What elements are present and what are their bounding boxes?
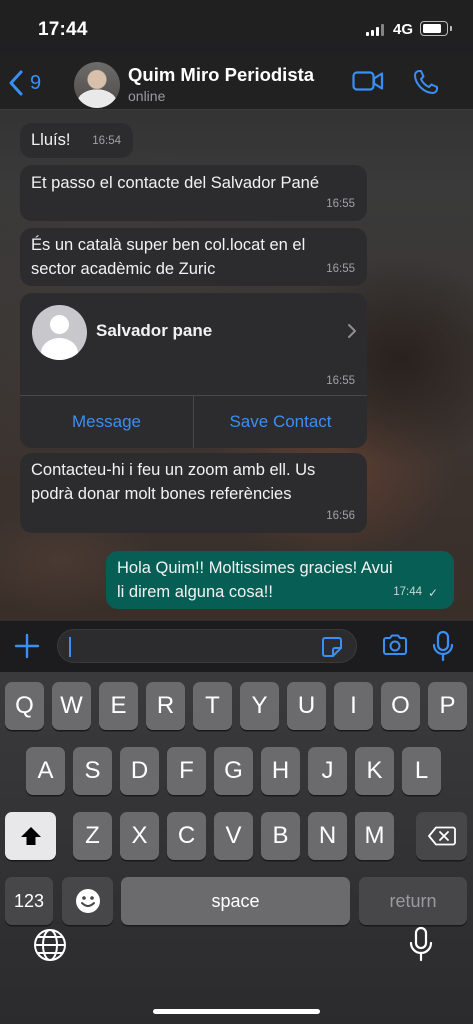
plus-icon [14, 633, 40, 659]
key-c[interactable]: C [167, 812, 206, 860]
sent-check-icon: ✓ [427, 586, 438, 600]
battery-icon [420, 21, 452, 36]
key-h[interactable]: H [261, 747, 300, 795]
key-q[interactable]: Q [5, 682, 44, 730]
message-bubble[interactable]: Contacteu-hi i feu un zoom amb ell. Us p… [20, 453, 367, 533]
message-time: 16:56 [326, 510, 355, 522]
message-text-line: Contacteu-hi i feu un zoom amb ell. Us [31, 461, 316, 479]
sticker-icon [322, 637, 342, 657]
message-time: 16:55 [326, 263, 355, 275]
voice-message-button[interactable] [431, 630, 455, 667]
phone-icon [414, 70, 438, 94]
cellular-signal-icon [366, 24, 384, 36]
key-w[interactable]: W [52, 682, 91, 730]
message-text: Et passo el contacte del Salvador Pané [31, 174, 320, 192]
key-i[interactable]: I [334, 682, 373, 730]
voice-call-button[interactable] [412, 68, 440, 101]
key-m[interactable]: M [355, 812, 394, 860]
dictation-microphone-icon[interactable] [408, 926, 434, 967]
message-input-bar [0, 620, 473, 672]
message-bubble[interactable]: És un català super ben col.locat en el s… [20, 228, 367, 286]
numbers-key[interactable]: 123 [5, 877, 53, 925]
camera-button[interactable] [381, 633, 409, 662]
key-d[interactable]: D [120, 747, 159, 795]
key-x[interactable]: X [120, 812, 159, 860]
message-time: 16:55 [326, 375, 355, 387]
message-text-line: És un català super ben col.locat en el [31, 236, 306, 254]
key-t[interactable]: T [193, 682, 232, 730]
text-caret [69, 637, 71, 657]
key-j[interactable]: J [308, 747, 347, 795]
contact-status: online [128, 88, 166, 104]
delete-key[interactable] [416, 812, 467, 860]
message-time: 16:54 [92, 135, 121, 147]
contact-card-actions: Message Save Contact [20, 395, 367, 448]
message-bubble[interactable]: Et passo el contacte del Salvador Pané 1… [20, 165, 367, 221]
status-bar: 17:44 4G [0, 0, 473, 58]
home-indicator [153, 1009, 320, 1014]
key-o[interactable]: O [381, 682, 420, 730]
shift-icon [20, 827, 41, 845]
key-u[interactable]: U [287, 682, 326, 730]
back-button[interactable]: 9 [8, 66, 41, 100]
key-f[interactable]: F [167, 747, 206, 795]
status-time: 17:44 [38, 19, 88, 40]
key-b[interactable]: B [261, 812, 300, 860]
key-a[interactable]: A [26, 747, 65, 795]
keyboard: Q W E R T Y U I O P A S D F G H J K L Z … [0, 672, 473, 1024]
message-time: 16:55 [326, 198, 355, 210]
key-g[interactable]: G [214, 747, 253, 795]
key-y[interactable]: Y [240, 682, 279, 730]
emoji-key[interactable] [62, 877, 113, 925]
message-text-line: sector acadèmic de Zuric [31, 260, 216, 278]
key-k[interactable]: K [355, 747, 394, 795]
globe-icon[interactable] [33, 928, 67, 967]
camera-icon [383, 634, 407, 655]
key-l[interactable]: L [402, 747, 441, 795]
attach-button[interactable] [14, 633, 40, 664]
message-text-line: Hola Quim!! Moltissimes gracies! Avui [117, 559, 393, 577]
battery-level [423, 24, 441, 33]
message-contact-button[interactable]: Message [20, 396, 193, 448]
save-contact-button[interactable]: Save Contact [193, 396, 367, 448]
network-type: 4G [393, 21, 414, 38]
video-call-button[interactable] [352, 70, 384, 97]
outgoing-message-bubble[interactable]: Hola Quim!! Moltissimes gracies! Avui li… [106, 551, 454, 609]
key-s[interactable]: S [73, 747, 112, 795]
contact-avatar[interactable] [74, 62, 120, 108]
chevron-left-icon [9, 70, 23, 96]
shared-contact-card[interactable]: Salvador pane 16:55 Message Save Contact [20, 293, 367, 448]
key-n[interactable]: N [308, 812, 347, 860]
chevron-right-icon[interactable] [347, 323, 357, 344]
key-p[interactable]: P [428, 682, 467, 730]
backspace-icon [427, 826, 456, 846]
emoji-icon [75, 889, 100, 913]
shared-contact-name[interactable]: Salvador pane [96, 321, 212, 341]
shift-key[interactable] [5, 812, 56, 860]
key-e[interactable]: E [99, 682, 138, 730]
chat-header: 9 Quim Miro Periodista online [0, 58, 473, 110]
microphone-icon [432, 630, 454, 662]
video-camera-icon [352, 71, 384, 91]
key-r[interactable]: R [146, 682, 185, 730]
key-z[interactable]: Z [73, 812, 112, 860]
contact-name[interactable]: Quim Miro Periodista [128, 64, 314, 86]
message-bubble[interactable]: Lluís! 16:54 [20, 123, 133, 158]
contact-placeholder-icon [32, 305, 87, 360]
message-text-line: podrà donar molt bones referències [31, 485, 292, 503]
message-input[interactable] [57, 629, 357, 663]
space-key[interactable]: space [121, 877, 350, 925]
unread-count: 9 [30, 71, 42, 94]
return-key[interactable]: return [359, 877, 467, 925]
message-time: 17:44 [393, 586, 422, 598]
sticker-button[interactable] [320, 635, 344, 664]
key-v[interactable]: V [214, 812, 253, 860]
